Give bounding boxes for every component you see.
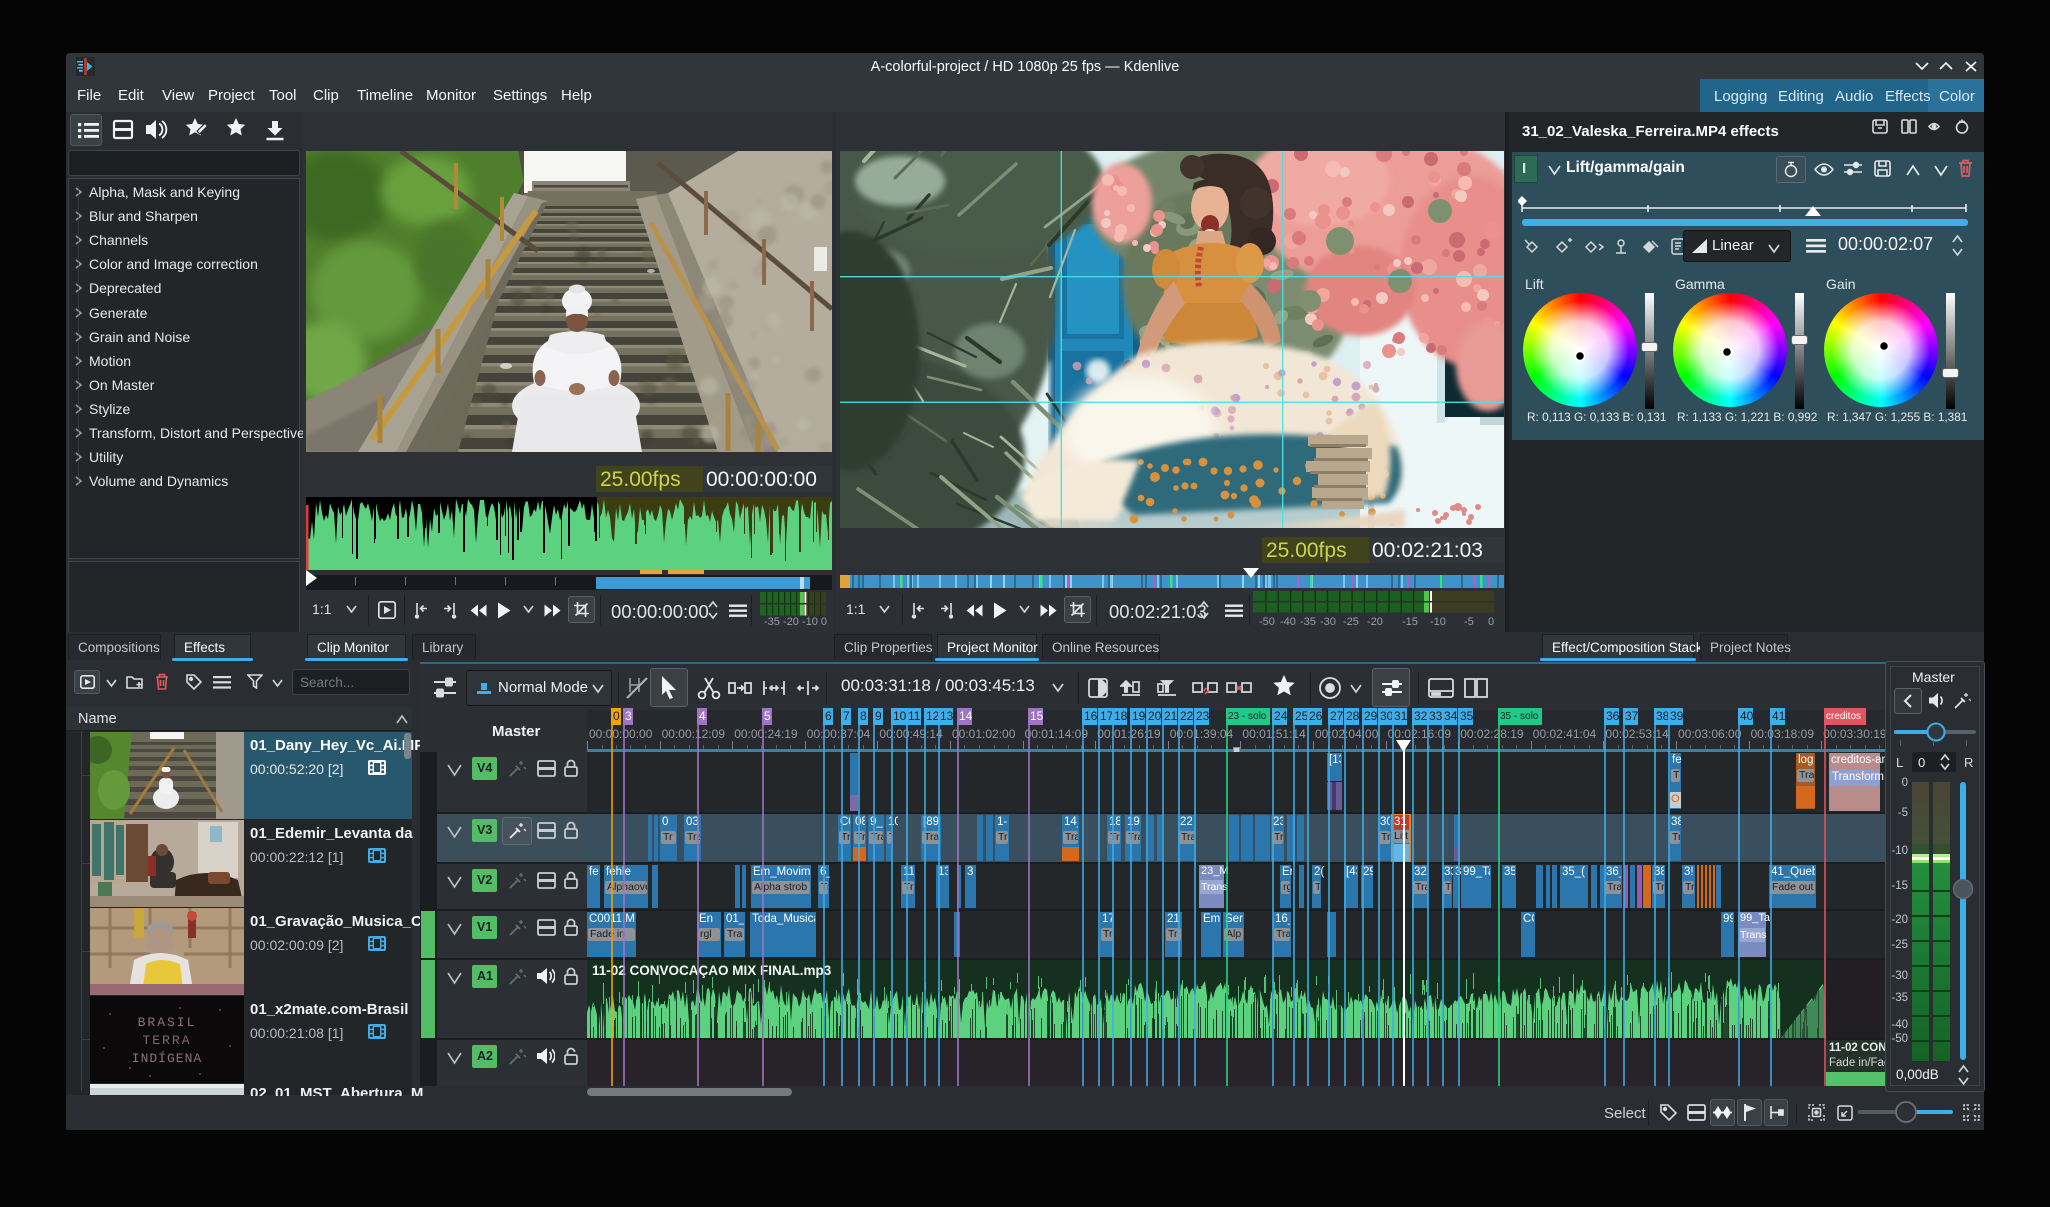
svg-text:BRASIL: BRASIL (138, 1015, 197, 1030)
svg-text:INDÍGENA: INDÍGENA (132, 1051, 202, 1066)
svg-text:TERRA: TERRA (142, 1033, 191, 1048)
